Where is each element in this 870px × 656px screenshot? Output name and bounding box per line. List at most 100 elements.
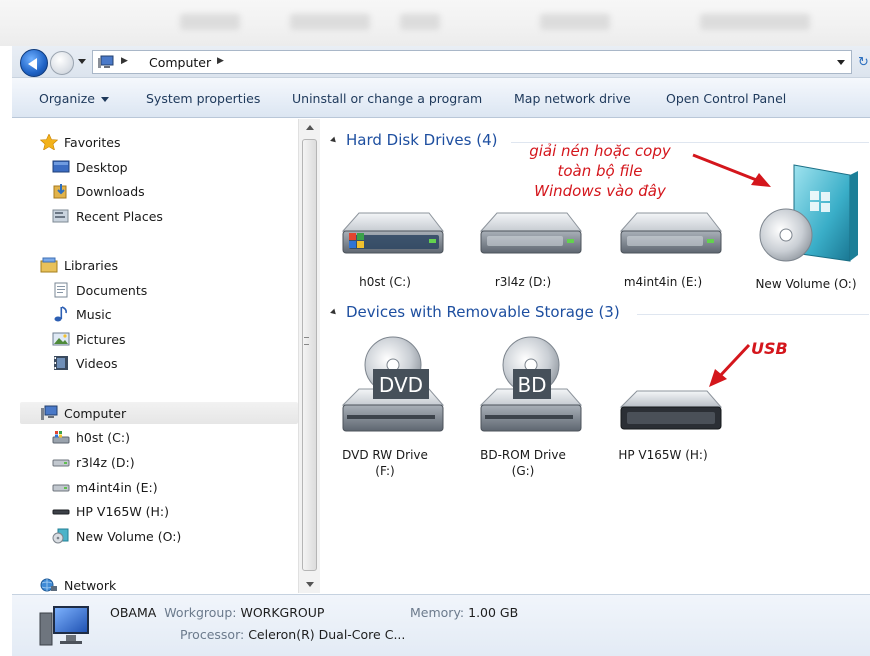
- collapse-arrow-icon[interactable]: [330, 308, 338, 316]
- nav-label: Favorites: [64, 134, 121, 150]
- setup-disc-icon: [52, 528, 70, 544]
- group-header-hard-disk-drives[interactable]: Hard Disk Drives (4): [330, 131, 498, 149]
- processor-value: Celeron(R) Dual-Core C...: [248, 627, 406, 642]
- recent-places-icon: [52, 208, 70, 224]
- organize-button[interactable]: Organize: [39, 91, 109, 106]
- nav-drive-d[interactable]: r3l4z (D:): [52, 451, 135, 473]
- breadcrumb-separator-icon[interactable]: ▶: [217, 56, 224, 66]
- dvd-badge: DVD: [379, 373, 423, 397]
- address-row: ▶ Computer ▶ ↻: [12, 46, 870, 78]
- nav-label: Computer: [64, 405, 127, 421]
- videos-icon: [52, 355, 70, 371]
- address-bar[interactable]: ▶ Computer ▶: [92, 50, 852, 74]
- navigation-scrollbar[interactable]: [298, 119, 320, 593]
- nav-documents[interactable]: Documents: [52, 279, 147, 301]
- group-header-removable-storage[interactable]: Devices with Removable Storage (3): [330, 303, 620, 321]
- nav-computer[interactable]: Computer: [20, 402, 298, 424]
- processor-label: Processor:: [180, 627, 245, 642]
- nav-label: r3l4z (D:): [76, 454, 135, 470]
- system-drive-icon: [341, 212, 445, 254]
- nav-downloads[interactable]: Downloads: [52, 180, 145, 202]
- refresh-icon[interactable]: ↻: [858, 55, 869, 70]
- annotation-line: toàn bộ file: [557, 162, 643, 180]
- network-icon: [40, 577, 58, 593]
- content-pane: Hard Disk Drives (4) h0st (C:) r3l4z (D:…: [321, 119, 870, 593]
- group-title: Devices with Removable Storage (3): [346, 303, 620, 321]
- drive-f-label-line1: DVD RW Drive: [342, 448, 428, 462]
- breadcrumb-separator-icon[interactable]: ▶: [121, 56, 128, 66]
- dvd-drive-icon: DVD: [341, 336, 445, 432]
- annotation-line: giải nén hoặc copy: [529, 142, 671, 160]
- window-top-strip: [0, 0, 870, 46]
- drive-h-label: HP V165W (H:): [603, 447, 723, 463]
- nav-label: Documents: [76, 282, 148, 298]
- nav-music[interactable]: Music: [52, 303, 112, 325]
- collapse-arrow-icon[interactable]: [330, 136, 338, 144]
- usb-drive-icon: [52, 503, 70, 519]
- nav-recent-places[interactable]: Recent Places: [52, 205, 163, 227]
- drive-d-tile[interactable]: r3l4z (D:): [463, 203, 583, 303]
- nav-favorites[interactable]: Favorites: [39, 131, 121, 153]
- chevron-down-icon: [101, 97, 109, 102]
- drive-c-label: h0st (C:): [359, 275, 411, 289]
- nav-videos[interactable]: Videos: [52, 352, 118, 374]
- nav-drive-e[interactable]: m4int4in (E:): [52, 476, 158, 498]
- annotation-line: Windows vào đây: [534, 182, 666, 200]
- computer-name: OBAMA: [110, 605, 157, 620]
- nav-label: Network: [64, 577, 117, 593]
- drive-g-label-line1: BD-ROM Drive: [480, 448, 566, 462]
- scroll-down-icon[interactable]: [306, 582, 314, 587]
- nav-label: m4int4in (E:): [76, 479, 158, 495]
- back-button[interactable]: [20, 49, 48, 77]
- hard-drive-icon: [52, 454, 70, 470]
- drive-g-label: BD-ROM Drive (G:): [463, 447, 583, 479]
- blurred-region: [180, 14, 240, 30]
- map-network-drive-button[interactable]: Map network drive: [514, 91, 631, 106]
- computer-icon: [39, 606, 89, 646]
- drive-f-tile[interactable]: DVD DVD RW Drive (F:): [325, 335, 445, 485]
- workgroup-value: WORKGROUP: [240, 605, 325, 620]
- nav-desktop[interactable]: Desktop: [52, 156, 128, 178]
- nav-drive-o[interactable]: New Volume (O:): [52, 525, 181, 547]
- memory-summary: Memory: 1.00 GB: [410, 605, 518, 620]
- workgroup-label: Workgroup:: [164, 605, 237, 620]
- address-dropdown-icon[interactable]: [837, 60, 845, 65]
- nav-pictures[interactable]: Pictures: [52, 328, 126, 350]
- forward-button[interactable]: [50, 51, 74, 75]
- drive-c-tile[interactable]: h0st (C:): [325, 203, 445, 303]
- computer-summary: OBAMA Workgroup: WORKGROUP: [110, 605, 324, 620]
- downloads-folder-icon: [52, 183, 70, 199]
- drive-h-label-line1: HP V165W (H:): [618, 448, 708, 462]
- documents-icon: [52, 282, 70, 298]
- scrollbar-thumb[interactable]: [302, 139, 317, 571]
- group-title: Hard Disk Drives (4): [346, 131, 498, 149]
- nav-drive-c[interactable]: h0st (C:): [52, 426, 130, 448]
- hard-drive-icon: [52, 479, 70, 495]
- nav-drive-h[interactable]: HP V165W (H:): [52, 500, 169, 522]
- recent-pages-dropdown-icon[interactable]: [78, 59, 86, 64]
- grip-icon: [304, 337, 309, 345]
- blurred-region: [400, 14, 440, 30]
- computer-icon: [98, 55, 114, 68]
- nav-label: Videos: [76, 355, 118, 371]
- drive-e-tile[interactable]: m4int4in (E:): [603, 203, 723, 303]
- libraries-icon: [40, 257, 58, 273]
- drive-g-label-line2: (G:): [511, 464, 535, 478]
- arrow-icon: [692, 153, 771, 187]
- processor-summary: Processor: Celeron(R) Dual-Core C...: [180, 627, 405, 642]
- details-pane: OBAMA Workgroup: WORKGROUP Memory: 1.00 …: [12, 594, 870, 656]
- blurred-region: [290, 14, 370, 30]
- scroll-up-icon[interactable]: [306, 125, 314, 130]
- drive-g-tile[interactable]: BD BD-ROM Drive (G:): [463, 335, 583, 485]
- uninstall-program-button[interactable]: Uninstall or change a program: [292, 91, 482, 106]
- copy-instruction-annotation: giải nén hoặc copy toàn bộ file Windows …: [505, 141, 695, 201]
- breadcrumb-computer[interactable]: Computer: [149, 55, 211, 70]
- open-control-panel-button[interactable]: Open Control Panel: [666, 91, 786, 106]
- nav-label: New Volume (O:): [76, 528, 182, 544]
- nav-label: h0st (C:): [76, 429, 130, 445]
- arrow-icon: [709, 343, 751, 387]
- nav-network[interactable]: Network: [40, 574, 116, 593]
- nav-libraries[interactable]: Libraries: [40, 254, 118, 276]
- system-properties-button[interactable]: System properties: [146, 91, 260, 106]
- memory-value: 1.00 GB: [468, 605, 519, 620]
